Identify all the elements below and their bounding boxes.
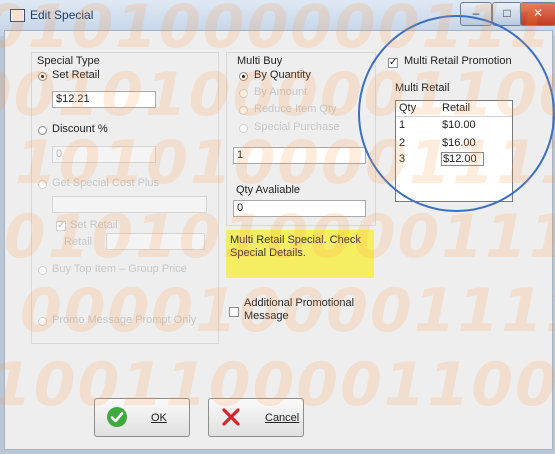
by-quantity-label: By Quantity — [254, 69, 311, 81]
retail-field-label: Retail — [64, 236, 93, 248]
multi-retail-note: Multi Retail Special. Check Special Deta… — [226, 230, 374, 278]
stage: { "window": {"title": "Edit Special", "m… — [0, 0, 555, 454]
multi-buy-opt3-radio[interactable] — [239, 106, 248, 115]
close-icon: ✕ — [532, 6, 544, 20]
option4-label: Buy Top Item – Group Price — [52, 263, 187, 275]
option3-field[interactable] — [52, 196, 207, 213]
set-retail-checkbox[interactable]: ✓ — [56, 221, 66, 231]
qty-available-label: Qty Avaliable — [236, 184, 301, 196]
multi-buy-opt4-radio[interactable] — [239, 124, 248, 133]
option4-radio[interactable] — [38, 266, 47, 275]
window-title: Edit Special — [30, 8, 94, 22]
maximize-button[interactable]: □ — [492, 2, 522, 26]
multi-buy-opt2-radio[interactable] — [239, 89, 248, 98]
additional-message-checkbox[interactable] — [229, 307, 239, 317]
multi-buy-heading: Multi Buy — [237, 55, 283, 67]
cancel-button[interactable]: Cancel — [208, 398, 304, 437]
option3-label: Get Special Cost Plus — [52, 177, 159, 189]
set-retail-checkbox-label: Set Retail — [70, 219, 118, 231]
annotation-circle — [358, 15, 555, 212]
cancel-x-icon — [221, 407, 241, 427]
ok-button[interactable]: OK — [94, 398, 190, 437]
maximize-icon: □ — [503, 6, 511, 20]
additional-message-label: Additional Promotional Message — [244, 297, 355, 322]
set-retail-radio[interactable] — [38, 72, 47, 81]
by-quantity-radio[interactable] — [239, 72, 248, 81]
multi-buy-quantity-field[interactable]: 1 — [233, 147, 366, 164]
set-retail-label: Set Retail — [52, 69, 100, 81]
qty-available-field[interactable]: 0 — [233, 200, 366, 217]
ok-label: OK — [151, 412, 167, 424]
option5-label: Promo Message Prompt Only — [52, 314, 197, 326]
discount-radio[interactable] — [38, 126, 47, 135]
checkmark-icon — [107, 407, 127, 427]
discount-field[interactable]: 0 — [52, 146, 156, 163]
discount-label: Discount % — [52, 123, 108, 135]
option5-radio[interactable] — [38, 317, 47, 326]
close-button[interactable]: ✕ — [520, 2, 555, 26]
multi-retail-note-text: Multi Retail Special. Check Special Deta… — [230, 234, 361, 259]
multi-buy-opt4-label: Special Purchase — [254, 121, 340, 133]
special-type-heading: Special Type — [37, 55, 100, 67]
multi-buy-opt3-label: Reduce Item Qty — [254, 103, 337, 115]
window-icon — [10, 9, 25, 22]
retail-field[interactable] — [106, 233, 205, 250]
cancel-label: Cancel — [265, 412, 300, 424]
option3-radio[interactable] — [38, 180, 47, 189]
multi-buy-opt2-label: By Amount — [254, 86, 308, 98]
set-retail-field[interactable]: $12.21 — [52, 91, 156, 108]
